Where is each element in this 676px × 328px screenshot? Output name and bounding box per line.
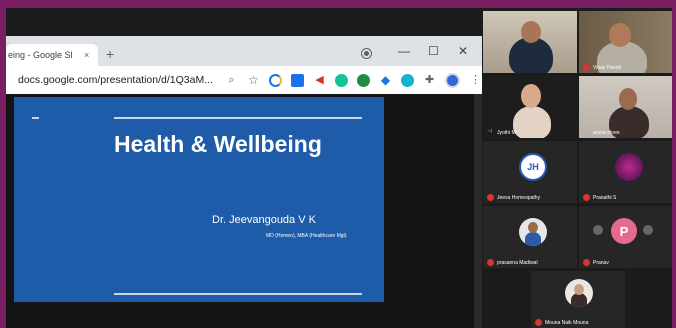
slide-credentials: MD (Homeo), MBA (Healthcare Mgt): [266, 233, 347, 239]
extension-diamond-icon[interactable]: ◆: [379, 73, 392, 87]
muted-mic-icon: [487, 259, 494, 266]
participant-avatar: [615, 153, 643, 181]
participant-tile[interactable]: ⊣ Jyothi M: [483, 76, 577, 138]
participant-tile[interactable]: Vinay Pandit: [579, 11, 672, 73]
participant-avatar: P: [611, 218, 637, 244]
extensions-puzzle-icon[interactable]: ✚: [423, 74, 436, 87]
new-tab-button[interactable]: +: [106, 46, 114, 62]
participant-name: Pranav: [583, 259, 609, 266]
muted-mic-icon: [487, 194, 494, 201]
slide-top-rule: [114, 117, 362, 119]
participant-tile[interactable]: P Pranav: [579, 206, 672, 268]
screen-share: eing - Google Sl × + — ☐ ✕ docs.google.c…: [6, 8, 672, 328]
minimize-button[interactable]: —: [398, 44, 410, 58]
browser-tab[interactable]: eing - Google Sl ×: [6, 44, 98, 66]
mic-icon: ⊣: [487, 129, 493, 135]
participant-name: Pranathi S: [583, 194, 616, 201]
muted-mic-icon: [583, 259, 590, 266]
slide-title: Health & Wellbeing: [114, 131, 322, 157]
participants-grid: Vinay Pandit ⊣ Jyothi M · aruna shree JH J…: [482, 8, 672, 328]
participant-video: [513, 106, 551, 138]
participant-more-icon[interactable]: [593, 225, 603, 235]
participant-tile[interactable]: prasanna Madiwal: [483, 206, 577, 268]
extension-megaphone-icon[interactable]: ◀: [313, 74, 326, 87]
muted-mic-icon: [583, 194, 590, 201]
participant-tile[interactable]: [483, 11, 577, 73]
participant-face: [609, 23, 631, 47]
participant-avatar: JH: [519, 153, 547, 181]
participant-face: [619, 88, 637, 110]
close-window-button[interactable]: ✕: [458, 44, 468, 58]
extension-sync-icon[interactable]: [269, 73, 282, 87]
slide-author: Dr. Jeevangouda V K: [212, 214, 316, 226]
bookmark-star-icon[interactable]: ☆: [247, 73, 260, 87]
zoom-icon[interactable]: ⌕: [225, 74, 238, 87]
address-bar: docs.google.com/presentation/d/1Q3aM... …: [6, 66, 482, 94]
participant-name: Jeeva Homeopathy: [487, 194, 540, 201]
participant-avatar: [565, 279, 593, 307]
slide-viewport: Health & Wellbeing Dr. Jeevangouda V K M…: [6, 94, 482, 328]
extension-green-icon[interactable]: [357, 73, 370, 87]
extension-calendar-icon[interactable]: [291, 73, 304, 87]
participant-name: Mouna Naik Mouna: [535, 319, 588, 326]
mic-icon: ·: [583, 129, 585, 135]
extension-grammarly-icon[interactable]: [335, 73, 348, 87]
presentation-slide: Health & Wellbeing Dr. Jeevangouda V K M…: [14, 97, 384, 302]
participant-tile[interactable]: JH Jeeva Homeopathy: [483, 141, 577, 203]
slide-dash: [32, 117, 39, 119]
muted-mic-icon: [535, 319, 542, 326]
participant-tile[interactable]: Mouna Naik Mouna: [531, 271, 625, 328]
scrollbar[interactable]: [474, 94, 482, 328]
participant-name: Vinay Pandit: [583, 64, 621, 71]
participant-avatar: [519, 218, 547, 246]
tab-close-icon[interactable]: ×: [84, 50, 89, 60]
participant-face: [521, 84, 541, 108]
participant-name: prasanna Madiwal: [487, 259, 538, 266]
muted-mic-icon: [583, 64, 590, 71]
url-field[interactable]: docs.google.com/presentation/d/1Q3aM...: [18, 74, 216, 86]
maximize-button[interactable]: ☐: [428, 44, 439, 58]
tab-title: eing - Google Sl: [8, 50, 73, 60]
slide-bottom-rule: [114, 293, 362, 295]
profile-avatar-icon[interactable]: [445, 72, 460, 88]
record-icon[interactable]: [362, 49, 371, 58]
menu-kebab-icon[interactable]: ⋮: [469, 74, 482, 87]
participant-options-icon[interactable]: [643, 225, 653, 235]
participant-name: ⊣ Jyothi M: [487, 129, 516, 136]
participant-tile[interactable]: · aruna shree: [579, 76, 672, 138]
participant-face: [521, 21, 541, 43]
participant-name: · aruna shree: [583, 129, 620, 136]
extension-chat-icon[interactable]: [401, 73, 414, 87]
participant-tile[interactable]: Pranathi S: [579, 141, 672, 203]
